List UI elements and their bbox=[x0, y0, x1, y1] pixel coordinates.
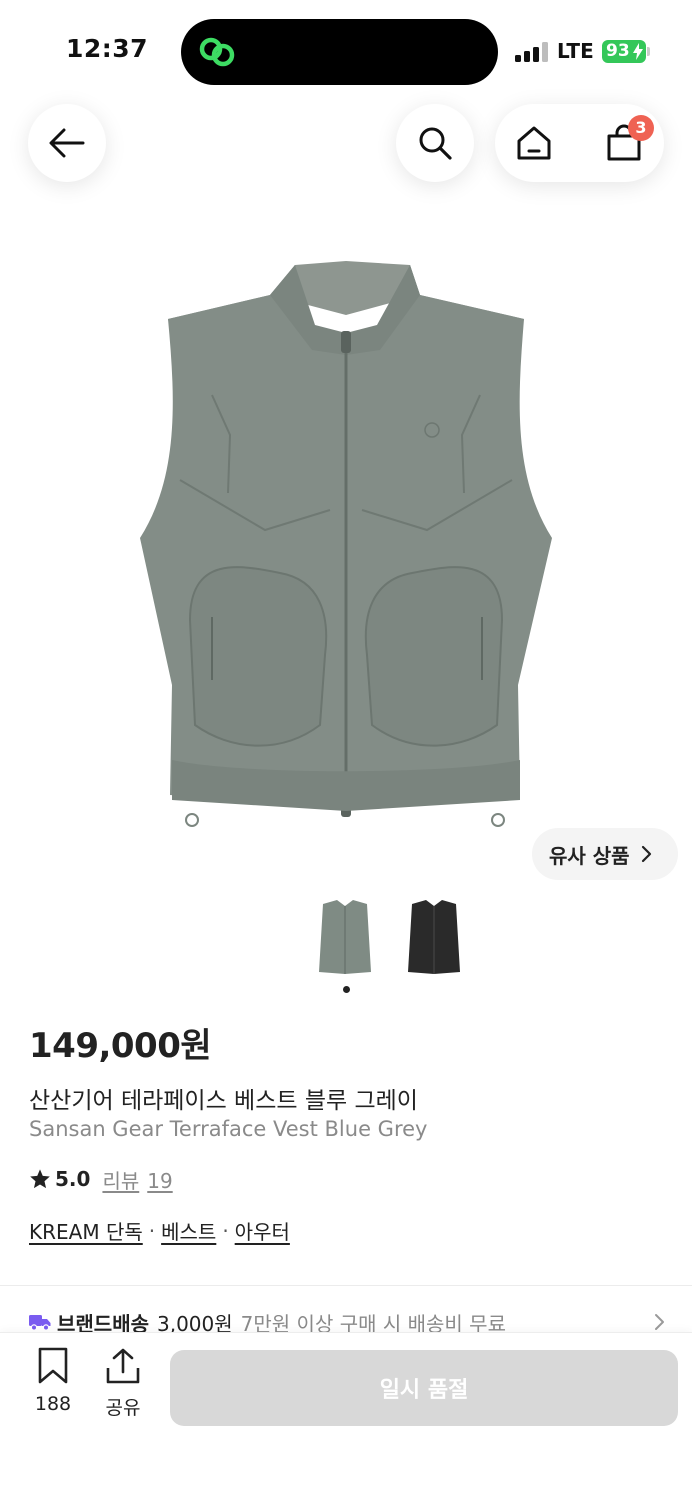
product-price: 149,000원 bbox=[29, 1026, 212, 1066]
back-button[interactable] bbox=[28, 104, 106, 182]
home-icon bbox=[517, 126, 551, 160]
status-time: 12:37 bbox=[66, 34, 149, 63]
bookmark-count: 188 bbox=[34, 1393, 72, 1415]
signal-icon bbox=[515, 42, 548, 62]
battery-cap bbox=[647, 47, 650, 56]
share-label: 공유 bbox=[105, 1397, 141, 1419]
similar-products-button[interactable]: 유사 상품 bbox=[532, 828, 678, 880]
category-tags: KREAM 단독 · 베스트 · 아우터 bbox=[29, 1216, 290, 1245]
chevron-right-icon bbox=[641, 845, 651, 863]
charging-bolt-icon bbox=[633, 43, 643, 60]
section-divider bbox=[0, 1285, 692, 1286]
cart-count-badge: 3 bbox=[628, 115, 654, 141]
star-icon bbox=[30, 1169, 50, 1189]
rating-row: 5.0 리뷰 19 bbox=[29, 1164, 173, 1194]
chevron-right-icon bbox=[655, 1314, 664, 1330]
review-label: 리뷰 bbox=[102, 1168, 140, 1193]
sold-out-label: 일시 품절 bbox=[379, 1378, 469, 1403]
truck-icon bbox=[29, 1315, 51, 1331]
home-button[interactable] bbox=[495, 104, 573, 182]
thumbnail-black[interactable] bbox=[402, 898, 466, 980]
link-rings-icon bbox=[199, 37, 235, 67]
similar-products-label: 유사 상품 bbox=[549, 843, 630, 868]
battery-indicator: 93 bbox=[602, 40, 646, 63]
bookmark-icon bbox=[38, 1347, 68, 1384]
status-bar: 12:37 LTE 93 bbox=[0, 0, 692, 100]
cart-button[interactable] bbox=[585, 104, 663, 182]
thumbnail-grey[interactable] bbox=[313, 898, 377, 980]
carousel-indicator bbox=[343, 986, 350, 993]
product-name-korean: 산산기어 테라페이스 베스트 블루 그레이 bbox=[29, 1088, 418, 1114]
share-button[interactable]: 공유 bbox=[98, 1347, 148, 1427]
bookmark-button[interactable]: 188 bbox=[28, 1347, 78, 1427]
search-icon bbox=[419, 127, 452, 160]
tag-kream-exclusive[interactable]: KREAM 단독 bbox=[29, 1216, 143, 1245]
share-icon bbox=[106, 1348, 140, 1384]
battery-level: 93 bbox=[606, 41, 630, 61]
tag-outer[interactable]: 아우터 bbox=[235, 1216, 290, 1245]
dynamic-island bbox=[181, 19, 498, 85]
product-image[interactable] bbox=[120, 255, 572, 835]
header-action-group: 3 bbox=[495, 104, 664, 182]
network-type: LTE bbox=[557, 39, 594, 63]
rating-value: 5.0 bbox=[55, 1167, 91, 1191]
tag-vest[interactable]: 베스트 bbox=[161, 1216, 216, 1245]
review-link[interactable]: 리뷰 19 bbox=[102, 1165, 172, 1194]
sold-out-button[interactable]: 일시 품절 bbox=[170, 1350, 678, 1426]
tag-separator: · bbox=[148, 1218, 156, 1243]
bottom-action-bar: 188 공유 일시 품절 bbox=[0, 1332, 692, 1500]
search-button[interactable] bbox=[396, 104, 474, 182]
arrow-left-icon bbox=[49, 128, 85, 158]
tag-separator: · bbox=[222, 1218, 229, 1243]
review-count: 19 bbox=[147, 1168, 173, 1193]
product-name-english: Sansan Gear Terraface Vest Blue Grey bbox=[29, 1117, 428, 1141]
